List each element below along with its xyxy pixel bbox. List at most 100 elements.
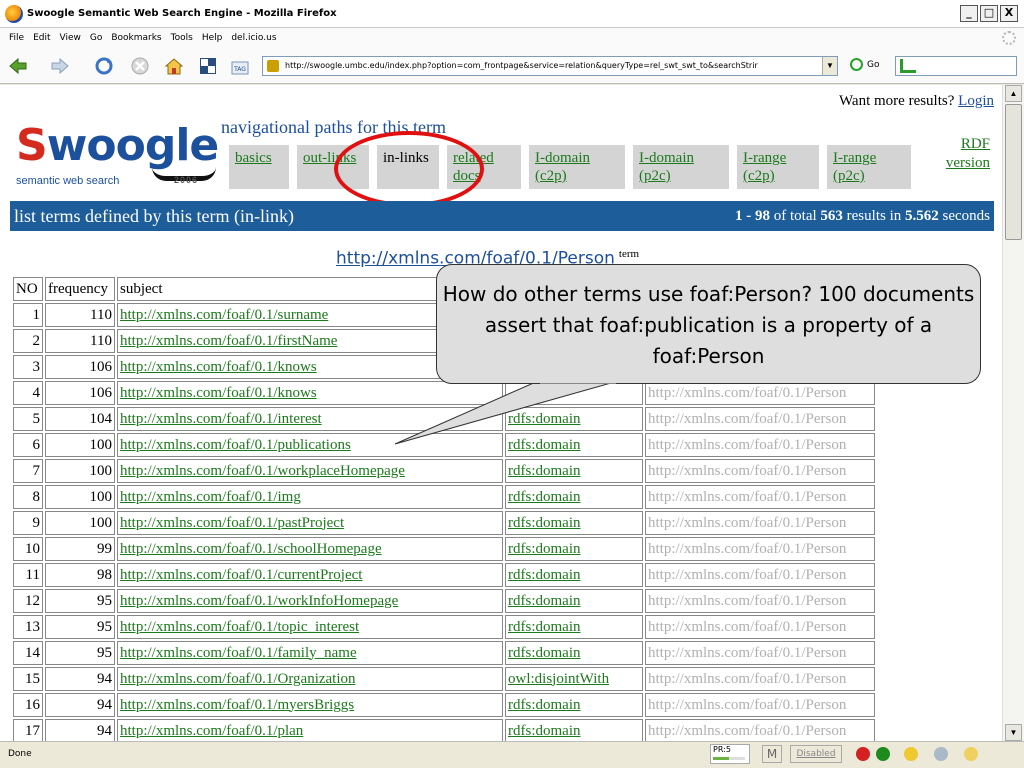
tab-basics[interactable]: basics: [229, 145, 289, 189]
subject-link[interactable]: http://xmlns.com/foaf/0.1/family_name: [120, 645, 357, 661]
search-input[interactable]: [895, 56, 1017, 76]
url-dropdown-button[interactable]: ▼: [822, 57, 837, 75]
subject-link[interactable]: http://xmlns.com/foaf/0.1/knows: [120, 359, 317, 375]
login-link[interactable]: Login: [958, 93, 994, 109]
menu-edit[interactable]: Edit: [33, 33, 50, 43]
row-subject: http://xmlns.com/foaf/0.1/Organization: [117, 667, 503, 691]
row-number: 11: [13, 563, 43, 587]
row-subject: http://xmlns.com/foaf/0.1/img: [117, 485, 503, 509]
close-button[interactable]: X: [1000, 5, 1018, 22]
row-subject: http://xmlns.com/foaf/0.1/interest: [117, 407, 503, 431]
subject-link[interactable]: http://xmlns.com/foaf/0.1/plan: [120, 723, 303, 739]
url-text: http://swoogle.umbc.edu/index.php?option…: [285, 61, 758, 70]
status-green-icon[interactable]: [876, 747, 890, 761]
table-row: 6 100 http://xmlns.com/foaf/0.1/publicatio…: [13, 433, 875, 457]
row-subject: http://xmlns.com/foaf/0.1/publications: [117, 433, 503, 457]
scroll-down-button[interactable]: ▼: [1005, 724, 1022, 741]
results-count: 1 - 98 of total 563 results in 5.562 sec…: [735, 207, 990, 224]
subject-link[interactable]: http://xmlns.com/foaf/0.1/knows: [120, 385, 317, 401]
subject-link[interactable]: http://xmlns.com/foaf/0.1/interest: [120, 411, 322, 427]
throbber-icon: [1002, 31, 1016, 45]
back-arrow-icon[interactable]: [8, 56, 28, 76]
menu-bookmarks[interactable]: Bookmarks: [111, 33, 161, 43]
weather-cloud-icon[interactable]: [934, 747, 948, 761]
tab-i-range-p2c[interactable]: I-range (p2c): [827, 145, 911, 189]
tab-i-domain-c2p[interactable]: I-domain (c2p): [529, 145, 625, 189]
subject-link[interactable]: http://xmlns.com/foaf/0.1/topic_interest: [120, 619, 359, 635]
go-button[interactable]: Go: [850, 58, 879, 71]
adblock-icon[interactable]: [856, 747, 870, 761]
vertical-scrollbar[interactable]: ▲ ▼: [1002, 85, 1024, 741]
row-frequency: 104: [45, 407, 115, 431]
search-engine-icon[interactable]: [900, 59, 916, 73]
subject-link[interactable]: http://xmlns.com/foaf/0.1/myersBriggs: [120, 697, 354, 713]
predicate-link[interactable]: rdfs:domain: [508, 437, 581, 453]
home-icon[interactable]: [164, 56, 184, 76]
predicate-link[interactable]: rdfs:domain: [508, 697, 581, 713]
menu-file[interactable]: File: [9, 33, 24, 43]
menu-tools[interactable]: Tools: [171, 33, 193, 43]
predicate-link[interactable]: rdfs:domain: [508, 645, 581, 661]
forward-arrow-icon[interactable]: [50, 56, 70, 76]
menu-go[interactable]: Go: [90, 33, 102, 43]
predicate-link[interactable]: rdfs:domain: [508, 541, 581, 557]
menu-delicious[interactable]: del.icio.us: [231, 33, 276, 43]
predicate-link[interactable]: rdfs:domain: [508, 515, 581, 531]
bookmark-manager-icon[interactable]: [198, 56, 218, 76]
row-number: 15: [13, 667, 43, 691]
row-predicate: rdfs:domain: [505, 511, 643, 535]
reload-icon[interactable]: [94, 56, 114, 76]
row-number: 9: [13, 511, 43, 535]
maximize-button[interactable]: □: [980, 5, 998, 22]
table-row: 15 94 http://xmlns.com/foaf/0.1/Organizati…: [13, 667, 875, 691]
predicate-link[interactable]: rdfs:domain: [508, 567, 581, 583]
table-row: 12 95 http://xmlns.com/foaf/0.1/workInfoHo…: [13, 589, 875, 613]
predicate-link[interactable]: owl:disjointWith: [508, 671, 609, 687]
subject-link[interactable]: http://xmlns.com/foaf/0.1/workInfoHomepa…: [120, 593, 398, 609]
row-subject: http://xmlns.com/foaf/0.1/topic_interest: [117, 615, 503, 639]
predicate-link[interactable]: rdfs:domain: [508, 619, 581, 635]
swoogle-logo[interactable]: Swoogle: [16, 121, 219, 171]
row-object: http://xmlns.com/foaf/0.1/Person: [645, 511, 875, 535]
subject-link[interactable]: http://xmlns.com/foaf/0.1/schoolHomepage: [120, 541, 382, 557]
predicate-link[interactable]: rdfs:domain: [508, 593, 581, 609]
logo-year: 2006: [174, 175, 199, 185]
weather-sun-icon[interactable]: [964, 747, 978, 761]
disabled-toggle[interactable]: Disabled: [790, 745, 842, 763]
table-row: 4 106 http://xmlns.com/foaf/0.1/knows http:…: [13, 381, 875, 405]
scroll-up-button[interactable]: ▲: [1005, 85, 1022, 102]
row-object: http://xmlns.com/foaf/0.1/Person: [645, 407, 875, 431]
predicate-link[interactable]: rdfs:domain: [508, 489, 581, 505]
rdf-version-link[interactable]: RDF version: [924, 135, 990, 173]
term-superscript: term: [618, 248, 640, 260]
predicate-link[interactable]: rdfs:domain: [508, 463, 581, 479]
row-number: 10: [13, 537, 43, 561]
row-object: http://xmlns.com/foaf/0.1/Person: [645, 459, 875, 483]
predicate-link[interactable]: rdfs:domain: [508, 723, 581, 739]
subject-link[interactable]: http://xmlns.com/foaf/0.1/currentProject: [120, 567, 362, 583]
window-controls: _ □ X: [960, 5, 1018, 22]
subject-link[interactable]: http://xmlns.com/foaf/0.1/img: [120, 489, 301, 505]
weather-icon[interactable]: [904, 747, 918, 761]
tab-i-range-c2p[interactable]: I-range (c2p): [737, 145, 819, 189]
url-input[interactable]: http://swoogle.umbc.edu/index.php?option…: [262, 56, 838, 76]
subject-link[interactable]: http://xmlns.com/foaf/0.1/pastProject: [120, 515, 344, 531]
gmail-icon[interactable]: M: [762, 745, 782, 763]
scroll-thumb[interactable]: [1005, 104, 1022, 240]
row-object: http://xmlns.com/foaf/0.1/Person: [645, 615, 875, 639]
tag-icon[interactable]: TAG: [230, 56, 250, 76]
row-number: 2: [13, 329, 43, 353]
subject-link[interactable]: http://xmlns.com/foaf/0.1/Organization: [120, 671, 356, 687]
subject-link[interactable]: http://xmlns.com/foaf/0.1/publications: [120, 437, 351, 453]
menu-view[interactable]: View: [60, 33, 81, 43]
subject-link[interactable]: http://xmlns.com/foaf/0.1/surname: [120, 307, 328, 323]
row-subject: http://xmlns.com/foaf/0.1/plan: [117, 719, 503, 741]
minimize-button[interactable]: _: [960, 5, 978, 22]
pagerank-indicator[interactable]: PR:5: [710, 744, 750, 764]
subject-link[interactable]: http://xmlns.com/foaf/0.1/workplaceHomep…: [120, 463, 405, 479]
predicate-link[interactable]: rdfs:domain: [508, 411, 581, 427]
stop-icon[interactable]: [130, 56, 150, 76]
tab-i-domain-p2c[interactable]: I-domain (p2c): [633, 145, 729, 189]
subject-link[interactable]: http://xmlns.com/foaf/0.1/firstName: [120, 333, 337, 349]
menu-help[interactable]: Help: [202, 33, 223, 43]
